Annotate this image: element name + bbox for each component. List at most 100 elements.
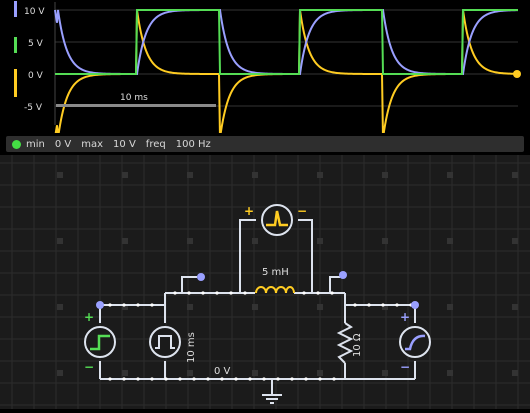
min-label: min xyxy=(26,138,45,150)
current-dot xyxy=(316,291,320,295)
circuit-board[interactable]: 0 V 5 mH 10 Ω 10 ms + − + − + − xyxy=(0,155,530,409)
scope-graph: 10 V 5 V 0 V -5 V 10 ms xyxy=(14,1,521,139)
current-dot xyxy=(187,291,191,295)
current-dot xyxy=(136,303,140,307)
board-grid-node xyxy=(57,304,63,310)
inductor-probe-minus: − xyxy=(297,204,307,218)
current-dot xyxy=(136,377,140,381)
resistor[interactable]: 10 Ω xyxy=(336,322,363,364)
time-scale-bar xyxy=(56,104,216,107)
current-dot xyxy=(150,377,154,381)
ground-icon[interactable] xyxy=(262,394,282,404)
board-grid-node xyxy=(187,238,193,244)
current-dot xyxy=(122,377,126,381)
current-dot xyxy=(234,377,238,381)
resistor-zigzag-icon xyxy=(336,322,354,364)
current-dot xyxy=(243,291,247,295)
min-value: 0 V xyxy=(54,138,72,150)
left-probe-minus: − xyxy=(84,360,94,374)
board-grid-node xyxy=(447,172,453,178)
current-dot xyxy=(381,303,385,307)
board-grid-node xyxy=(317,172,323,178)
current-dot xyxy=(302,291,306,295)
inductor-coil-icon xyxy=(255,286,295,294)
board-grid-node xyxy=(252,238,258,244)
freq-label: freq xyxy=(145,138,166,150)
board-grid-node xyxy=(252,304,258,310)
board-grid-node xyxy=(447,370,453,376)
circuit-canvas[interactable]: 0 V 5 mH 10 Ω 10 ms + − + − + − xyxy=(0,155,530,409)
current-dot xyxy=(220,377,224,381)
current-dot xyxy=(215,291,219,295)
current-dot xyxy=(353,303,357,307)
y-tick-minus5v: -5 V xyxy=(24,103,43,113)
inductor-trace-swatch xyxy=(14,1,17,17)
right-probe-minus: − xyxy=(400,360,410,374)
board-grid-node xyxy=(382,370,388,376)
current-dot xyxy=(192,377,196,381)
inductor-probe-plus: + xyxy=(244,204,254,218)
status-indicator xyxy=(12,139,21,149)
board-grid-node xyxy=(252,172,258,178)
board-grid-node xyxy=(187,304,193,310)
board-grid-node xyxy=(252,370,258,376)
current-dot xyxy=(332,377,336,381)
board-grid-node xyxy=(512,238,518,244)
inductor[interactable]: 5 mH xyxy=(255,267,295,294)
current-dot xyxy=(108,377,112,381)
current-dot xyxy=(276,377,280,381)
probe-left-knob[interactable] xyxy=(197,273,205,281)
y-tick-5v: 5 V xyxy=(28,39,44,49)
board-grid-node xyxy=(57,370,63,376)
probe-right-knob[interactable] xyxy=(339,271,347,279)
resistor-voltage-trace xyxy=(54,9,519,139)
node-knob-right[interactable] xyxy=(411,301,419,309)
current-dot xyxy=(108,303,112,307)
node-knob-left[interactable] xyxy=(96,301,104,309)
board-grid-node xyxy=(187,370,193,376)
max-value: 10 V xyxy=(113,138,136,150)
current-dot xyxy=(395,303,399,307)
board-grid-node xyxy=(122,370,128,376)
board-grid-node xyxy=(512,304,518,310)
freq-value: 100 Hz xyxy=(175,138,211,150)
board-grid-node xyxy=(317,238,323,244)
ground-voltage-label: 0 V xyxy=(214,366,231,377)
scope-info-bar: min 0 V max 10 V freq 100 Hz xyxy=(6,136,524,152)
y-tick-0v: 0 V xyxy=(28,71,44,81)
meter-right-wire[interactable] xyxy=(298,219,313,293)
board-grid-node xyxy=(382,238,388,244)
y-tick-10v: 10 V xyxy=(24,7,45,17)
current-dot xyxy=(248,377,252,381)
time-scale-label: 10 ms xyxy=(120,93,148,103)
board-grid-node xyxy=(447,238,453,244)
resistor-trace-swatch xyxy=(14,69,17,97)
left-probe-plus: + xyxy=(84,310,94,324)
current-dot xyxy=(122,303,126,307)
board-grid-node xyxy=(122,172,128,178)
max-label: max xyxy=(81,138,104,150)
board-grid-node xyxy=(512,172,518,178)
board-grid-node xyxy=(187,172,193,178)
square-wave-source[interactable]: 10 ms xyxy=(149,326,197,363)
board-grid-node xyxy=(447,304,453,310)
current-dot xyxy=(178,377,182,381)
right-probe-plus: + xyxy=(400,310,410,324)
current-dot xyxy=(173,291,177,295)
board-grid-node xyxy=(122,238,128,244)
current-dot xyxy=(164,377,168,381)
inductor-value-label: 5 mH xyxy=(262,267,289,278)
probe-left-lead[interactable] xyxy=(181,276,197,293)
current-dot xyxy=(367,303,371,307)
current-dot xyxy=(318,377,322,381)
resistor-value-label: 10 Ω xyxy=(352,333,363,357)
current-dot xyxy=(262,377,266,381)
probe-right-lead[interactable] xyxy=(329,276,340,293)
oscilloscope-panel[interactable]: 10 V 5 V 0 V -5 V 10 ms xyxy=(0,0,530,139)
current-dot xyxy=(290,377,294,381)
current-dot xyxy=(206,377,210,381)
current-dot xyxy=(229,291,233,295)
trace-cursor-marker xyxy=(513,70,521,78)
current-dot xyxy=(304,377,308,381)
board-grid-node xyxy=(512,370,518,376)
